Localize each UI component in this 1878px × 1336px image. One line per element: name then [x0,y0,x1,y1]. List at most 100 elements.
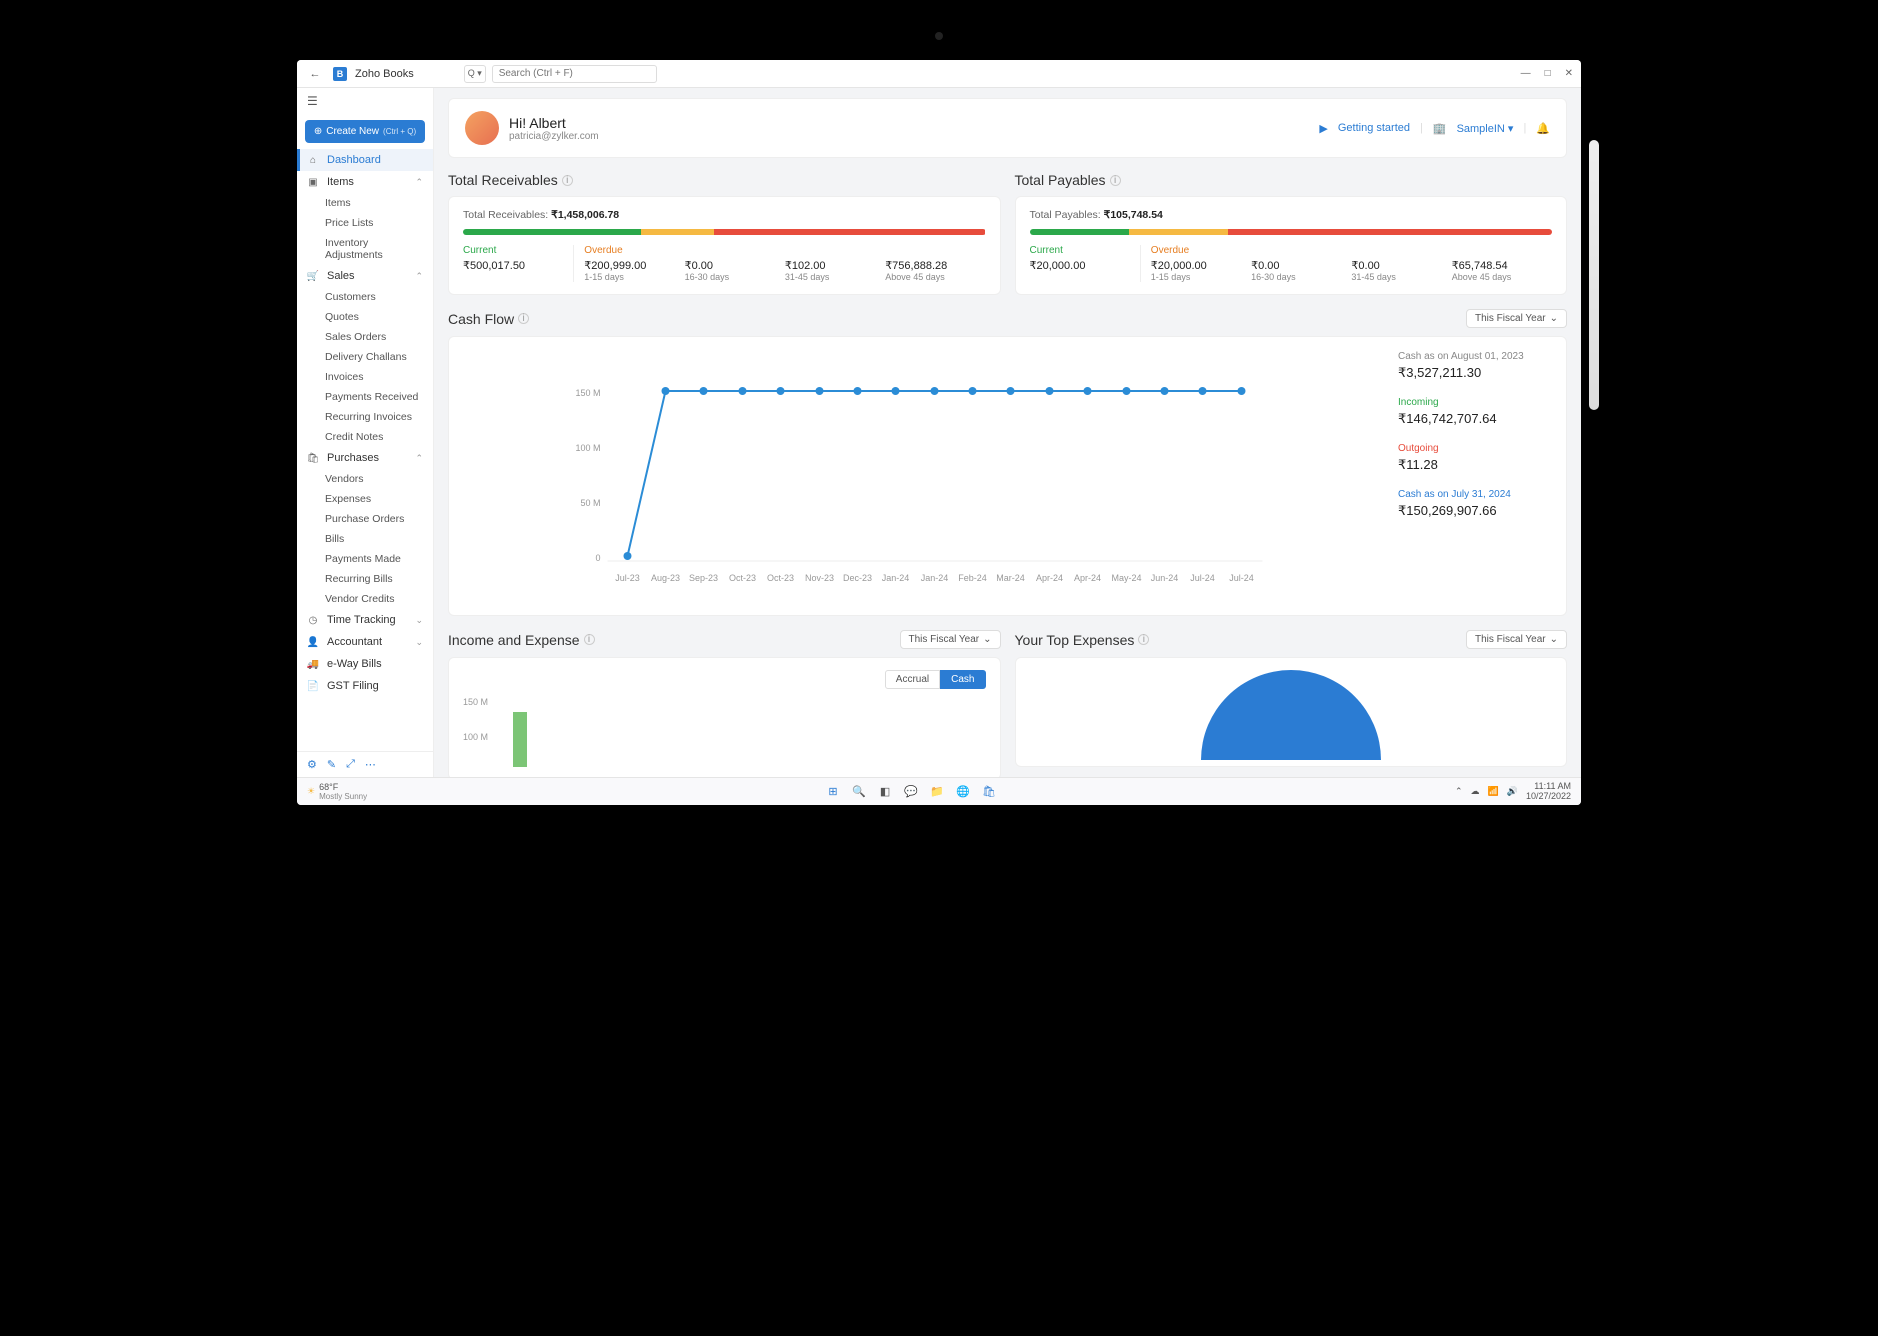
receivables-card: Total Receivables: ₹1,458,006.78 Current… [448,196,1001,295]
income-bar-chart: 150 M 100 M [463,697,986,767]
chevron-up-icon: ⌃ [415,271,423,282]
nav-expenses[interactable]: Expenses [297,489,433,509]
file-explorer-icon[interactable]: 📁 [928,783,946,801]
nav-vendors[interactable]: Vendors [297,469,433,489]
sidebar: ☰ ⊕ Create New (Ctrl + Q) ⌂ Dashboard ▣ … [297,88,434,777]
cart-icon: 🛒 [307,270,319,282]
feedback-icon[interactable]: ✎ [327,758,336,771]
svg-text:Apr-24: Apr-24 [1074,573,1101,583]
nav-delivery-challans[interactable]: Delivery Challans [297,347,433,367]
info-icon[interactable]: i [562,175,573,186]
nav-items[interactable]: ▣ Items ⌃ [297,171,433,193]
clock-icon: ◷ [307,614,319,626]
svg-text:Oct-23: Oct-23 [767,573,794,583]
bag-icon: 🛍 [307,452,319,464]
wifi-icon[interactable]: 📶 [1488,786,1499,797]
nav-vendor-credits[interactable]: Vendor Credits [297,589,433,609]
home-icon: ⌂ [307,154,319,166]
maximize-button[interactable]: □ [1545,68,1551,79]
nav-sales[interactable]: 🛒 Sales ⌃ [297,265,433,287]
nav-quotes[interactable]: Quotes [297,307,433,327]
more-icon[interactable]: ⋯ [365,758,376,771]
nav-payments-made[interactable]: Payments Made [297,549,433,569]
cashflow-range-selector[interactable]: This Fiscal Year⌄ [1466,309,1567,328]
tray-chevron-icon[interactable]: ⌃ [1455,786,1463,797]
info-icon[interactable]: i [584,634,595,645]
info-icon[interactable]: i [1110,175,1121,186]
create-new-button[interactable]: ⊕ Create New (Ctrl + Q) [305,120,425,143]
svg-text:Oct-23: Oct-23 [729,573,756,583]
search-scope-dropdown[interactable]: Q ▾ [464,65,486,83]
cash-toggle[interactable]: Cash [940,670,985,689]
greeting-email: patricia@zylker.com [509,131,599,142]
nav-invoices[interactable]: Invoices [297,367,433,387]
plus-icon: ⊕ [314,126,322,137]
top-expenses-title: Your Top Expenses i [1015,632,1150,648]
nav-gst-filing[interactable]: 📄 GST Filing [297,675,433,697]
cashflow-chart: 150 M 100 M 50 M 0 Jul-23Aug-23Sep-23Oct… [463,351,1382,601]
nav-inventory-adj[interactable]: Inventory Adjustments [297,233,433,265]
truck-icon: 🚚 [307,658,319,670]
search-taskbar-icon[interactable]: 🔍 [850,783,868,801]
nav-customers[interactable]: Customers [297,287,433,307]
chevron-down-icon: ⌄ [415,615,423,626]
nav-time-tracking[interactable]: ◷ Time Tracking ⌄ [297,609,433,631]
onedrive-icon[interactable]: ☁ [1471,786,1480,797]
svg-text:Jan-24: Jan-24 [882,573,910,583]
back-button[interactable]: ← [305,68,325,80]
windows-taskbar: ☀ 68°F Mostly Sunny ⊞ 🔍 ◧ 💬 📁 🌐 🛍 ⌃ ☁ 📶 [297,777,1581,805]
svg-text:Feb-24: Feb-24 [958,573,987,583]
window-titlebar: ← B Zoho Books Q ▾ — □ ✕ [297,60,1581,88]
chevron-down-icon: ⌄ [415,637,423,648]
nav-dashboard[interactable]: ⌂ Dashboard [297,149,433,171]
chat-icon[interactable]: 💬 [902,783,920,801]
greeting-card: Hi! Albert patricia@zylker.com ▶ Getting… [448,98,1567,158]
gear-icon[interactable]: ⚙ [307,758,317,771]
payables-title: Total Payables i [1015,172,1568,188]
edge-icon[interactable]: 🌐 [954,783,972,801]
volume-icon[interactable]: 🔊 [1507,786,1518,797]
minimize-button[interactable]: — [1521,68,1531,79]
close-button[interactable]: ✕ [1565,68,1573,79]
nav-purchases[interactable]: 🛍 Purchases ⌃ [297,447,433,469]
user-avatar [465,111,499,145]
bell-icon[interactable]: 🔔 [1536,122,1550,135]
svg-text:Jul-24: Jul-24 [1190,573,1215,583]
nav-purchase-orders[interactable]: Purchase Orders [297,509,433,529]
store-icon[interactable]: 🛍 [980,783,998,801]
accrual-cash-toggle: Accrual Cash [885,670,986,689]
getting-started-link[interactable]: Getting started [1338,122,1410,134]
nav-accountant[interactable]: 👤 Accountant ⌄ [297,631,433,653]
nav-sales-orders[interactable]: Sales Orders [297,327,433,347]
expenses-range-selector[interactable]: This Fiscal Year⌄ [1466,630,1567,649]
nav-recurring-invoices[interactable]: Recurring Invoices [297,407,433,427]
nav-price-lists[interactable]: Price Lists [297,213,433,233]
taskbar-clock[interactable]: 11:11 AM 10/27/2022 [1526,782,1571,802]
building-icon: 🏢 [1433,122,1447,135]
receivables-title: Total Receivables i [448,172,1001,188]
svg-text:100 M: 100 M [575,443,600,453]
nav-eway-bills[interactable]: 🚚 e-Way Bills [297,653,433,675]
receivables-bar [463,229,986,235]
income-range-selector[interactable]: This Fiscal Year⌄ [900,630,1001,649]
svg-text:50 M: 50 M [580,498,600,508]
search-input[interactable] [492,65,657,83]
expand-icon[interactable]: ⤢ [346,758,355,771]
app-logo-icon: B [333,67,347,81]
nav-credit-notes[interactable]: Credit Notes [297,427,433,447]
org-selector[interactable]: SampleIN ▾ [1457,122,1514,135]
taskbar-weather[interactable]: ☀ 68°F Mostly Sunny [307,782,367,801]
stylus-pen [1589,140,1599,410]
info-icon[interactable]: i [518,313,529,324]
nav-recurring-bills[interactable]: Recurring Bills [297,569,433,589]
accrual-toggle[interactable]: Accrual [885,670,940,689]
hamburger-menu-icon[interactable]: ☰ [297,88,433,114]
nav-items-sub[interactable]: Items [297,193,433,213]
nav-bills[interactable]: Bills [297,529,433,549]
nav-payments-received[interactable]: Payments Received [297,387,433,407]
task-view-icon[interactable]: ◧ [876,783,894,801]
start-button[interactable]: ⊞ [824,783,842,801]
svg-text:0: 0 [595,553,600,563]
info-icon[interactable]: i [1138,634,1149,645]
tablet-camera [935,32,943,40]
